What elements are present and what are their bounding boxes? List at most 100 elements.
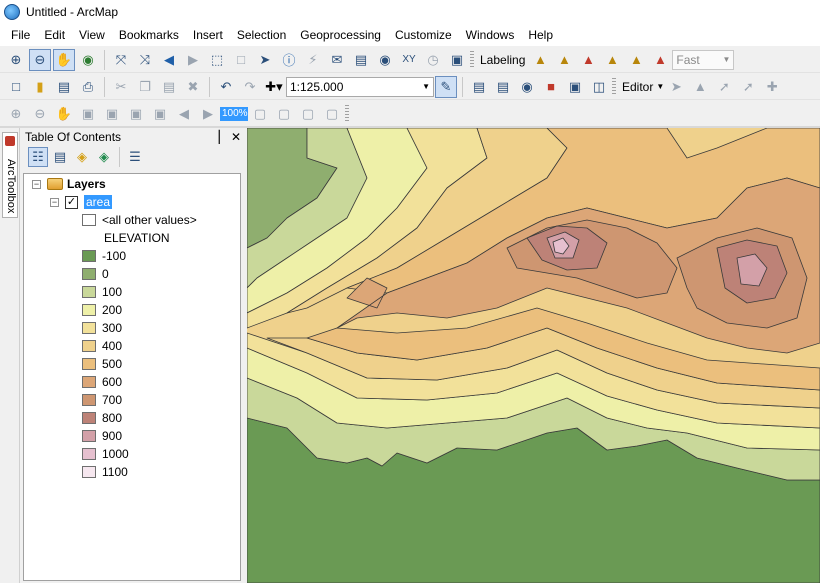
zoom-in-icon[interactable]: ⊕ <box>5 49 27 71</box>
zoom-out-icon[interactable]: ⊖ <box>29 48 51 71</box>
toc-options-icon[interactable]: ☰ <box>125 147 145 167</box>
legend-class-row[interactable]: 1100 <box>82 463 128 481</box>
legend-class-row[interactable]: 1000 <box>82 445 129 463</box>
legend-class-swatch[interactable] <box>82 268 96 280</box>
layout-zoom-out-icon[interactable]: ⊖ <box>29 103 51 125</box>
edit-tool-icon[interactable]: ➤ <box>665 76 687 98</box>
legend-class-row[interactable]: 600 <box>82 373 122 391</box>
toolbar-grip[interactable] <box>612 77 616 96</box>
view-unplaced-labels-icon[interactable]: ▲ <box>649 49 671 71</box>
editor-dropdown[interactable]: Editor <box>619 80 656 94</box>
zoom-100-icon[interactable]: ▣ <box>101 103 123 125</box>
legend-class-swatch[interactable] <box>82 466 96 478</box>
cut-icon[interactable]: ✂ <box>110 76 132 98</box>
legend-class-swatch[interactable] <box>82 376 96 388</box>
pan-hand-icon[interactable]: ✋ <box>53 48 75 71</box>
other-values-row[interactable]: <all other values> <box>82 211 197 229</box>
pause-labeling-icon[interactable]: ▲ <box>625 49 647 71</box>
legend-class-row[interactable]: 0 <box>82 265 109 283</box>
legend-class-swatch[interactable] <box>82 394 96 406</box>
list-by-drawing-order-icon[interactable]: ☷ <box>28 147 48 167</box>
menu-bookmarks[interactable]: Bookmarks <box>112 25 186 45</box>
other-values-swatch[interactable] <box>82 214 96 226</box>
new-document-icon[interactable]: □ <box>5 76 27 98</box>
select-elements-arrow-icon[interactable]: ➤ <box>254 49 276 71</box>
model-builder-icon[interactable]: ◫ <box>588 76 610 98</box>
legend-class-swatch[interactable] <box>82 358 96 370</box>
go-to-xy-icon[interactable]: XY <box>398 49 420 71</box>
identify-icon[interactable]: ⓘ <box>278 49 300 71</box>
python-window-icon[interactable]: ▣ <box>564 76 586 98</box>
legend-class-row[interactable]: 900 <box>82 427 122 445</box>
menu-selection[interactable]: Selection <box>230 25 293 45</box>
label-manager-icon[interactable]: ▲ <box>529 49 551 71</box>
close-icon[interactable]: ✕ <box>231 130 241 144</box>
open-folder-icon[interactable]: ▮ <box>29 76 51 98</box>
legend-class-swatch[interactable] <box>82 304 96 316</box>
area-layer-row[interactable]: − ✓ area <box>50 193 113 211</box>
pin-icon[interactable]: ▕ <box>210 130 219 144</box>
clear-selection-icon[interactable]: □ <box>230 49 252 71</box>
create-viewer-icon[interactable]: ▣ <box>446 49 468 71</box>
menu-windows[interactable]: Windows <box>459 25 522 45</box>
paste-icon[interactable]: ▤ <box>158 76 180 98</box>
catalog-window-icon[interactable]: ▤ <box>492 76 514 98</box>
undo-icon[interactable]: ↶ <box>215 76 237 98</box>
legend-class-row[interactable]: 200 <box>82 301 122 319</box>
layers-row[interactable]: − Layers <box>32 175 106 193</box>
toggle-draft-icon[interactable]: ▢ <box>249 103 271 125</box>
elevation-map[interactable] <box>247 128 820 583</box>
legend-class-row[interactable]: 800 <box>82 409 122 427</box>
menu-view[interactable]: View <box>72 25 112 45</box>
measure-icon[interactable]: ▤ <box>350 49 372 71</box>
list-by-selection-icon[interactable]: ◈ <box>94 147 114 167</box>
menu-customize[interactable]: Customize <box>388 25 459 45</box>
legend-class-row[interactable]: 400 <box>82 337 122 355</box>
editor-toolbar-toggle-icon[interactable]: ✎ <box>435 75 457 98</box>
layer-visibility-checkbox[interactable]: ✓ <box>65 195 78 209</box>
collapse-icon[interactable]: − <box>50 197 59 207</box>
legend-class-swatch[interactable] <box>82 412 96 424</box>
menu-insert[interactable]: Insert <box>186 25 230 45</box>
copy-icon[interactable]: ❐ <box>134 76 156 98</box>
layout-pan-icon[interactable]: ✋ <box>53 103 75 125</box>
list-by-visibility-icon[interactable]: ◈ <box>72 147 92 167</box>
search-window-icon[interactable]: ◉ <box>516 76 538 98</box>
next-extent-page-icon[interactable]: ▶ <box>197 103 219 125</box>
save-disk-icon[interactable]: ▤ <box>53 76 75 98</box>
endpoint-arc-icon[interactable]: ➚ <box>737 76 759 98</box>
zoom-percent-input[interactable]: 100% <box>220 106 248 121</box>
collapse-icon[interactable]: − <box>32 179 41 189</box>
label-priority-icon[interactable]: ▲ <box>553 49 575 71</box>
edit-annotation-icon[interactable]: ▲ <box>689 76 711 98</box>
data-driven-pages-icon[interactable]: ▢ <box>321 103 343 125</box>
hyperlink-icon[interactable]: ⚡ <box>302 49 324 71</box>
label-weights-icon[interactable]: ▲ <box>577 49 599 71</box>
legend-class-row[interactable]: 500 <box>82 355 122 373</box>
table-of-contents-icon[interactable]: ▤ <box>468 76 490 98</box>
fixed-zoom-in-page-icon[interactable]: ▣ <box>125 103 147 125</box>
labeling-dropdown[interactable]: Labeling <box>477 53 528 67</box>
legend-class-row[interactable]: 700 <box>82 391 122 409</box>
layout-zoom-in-icon[interactable]: ⊕ <box>5 103 27 125</box>
find-binoculars-icon[interactable]: ◉ <box>374 49 396 71</box>
html-popup-icon[interactable]: ✉ <box>326 49 348 71</box>
legend-class-swatch[interactable] <box>82 286 96 298</box>
label-quality-select[interactable]: Fast ▼ <box>672 49 735 70</box>
legend-class-swatch[interactable] <box>82 322 96 334</box>
straight-segment-icon[interactable]: ➚ <box>713 76 735 98</box>
fixed-zoom-in-icon[interactable]: ⤧ <box>110 49 132 71</box>
arctoolbox-window-icon[interactable]: ■ <box>540 76 562 98</box>
legend-class-swatch[interactable] <box>82 430 96 442</box>
change-layout-icon[interactable]: ▢ <box>297 103 319 125</box>
legend-class-row[interactable]: -100 <box>82 247 126 265</box>
add-data-icon[interactable]: ✚▾ <box>263 76 285 98</box>
menu-help[interactable]: Help <box>521 25 560 45</box>
legend-class-swatch[interactable] <box>82 340 96 352</box>
time-slider-icon[interactable]: ◷ <box>422 49 444 71</box>
delete-icon[interactable]: ✖ <box>182 76 204 98</box>
legend-class-row[interactable]: 300 <box>82 319 122 337</box>
arctoolbox-tab[interactable]: ArcToolbox <box>2 132 18 218</box>
fixed-zoom-out-page-icon[interactable]: ▣ <box>149 103 171 125</box>
menu-geoprocessing[interactable]: Geoprocessing <box>293 25 388 45</box>
